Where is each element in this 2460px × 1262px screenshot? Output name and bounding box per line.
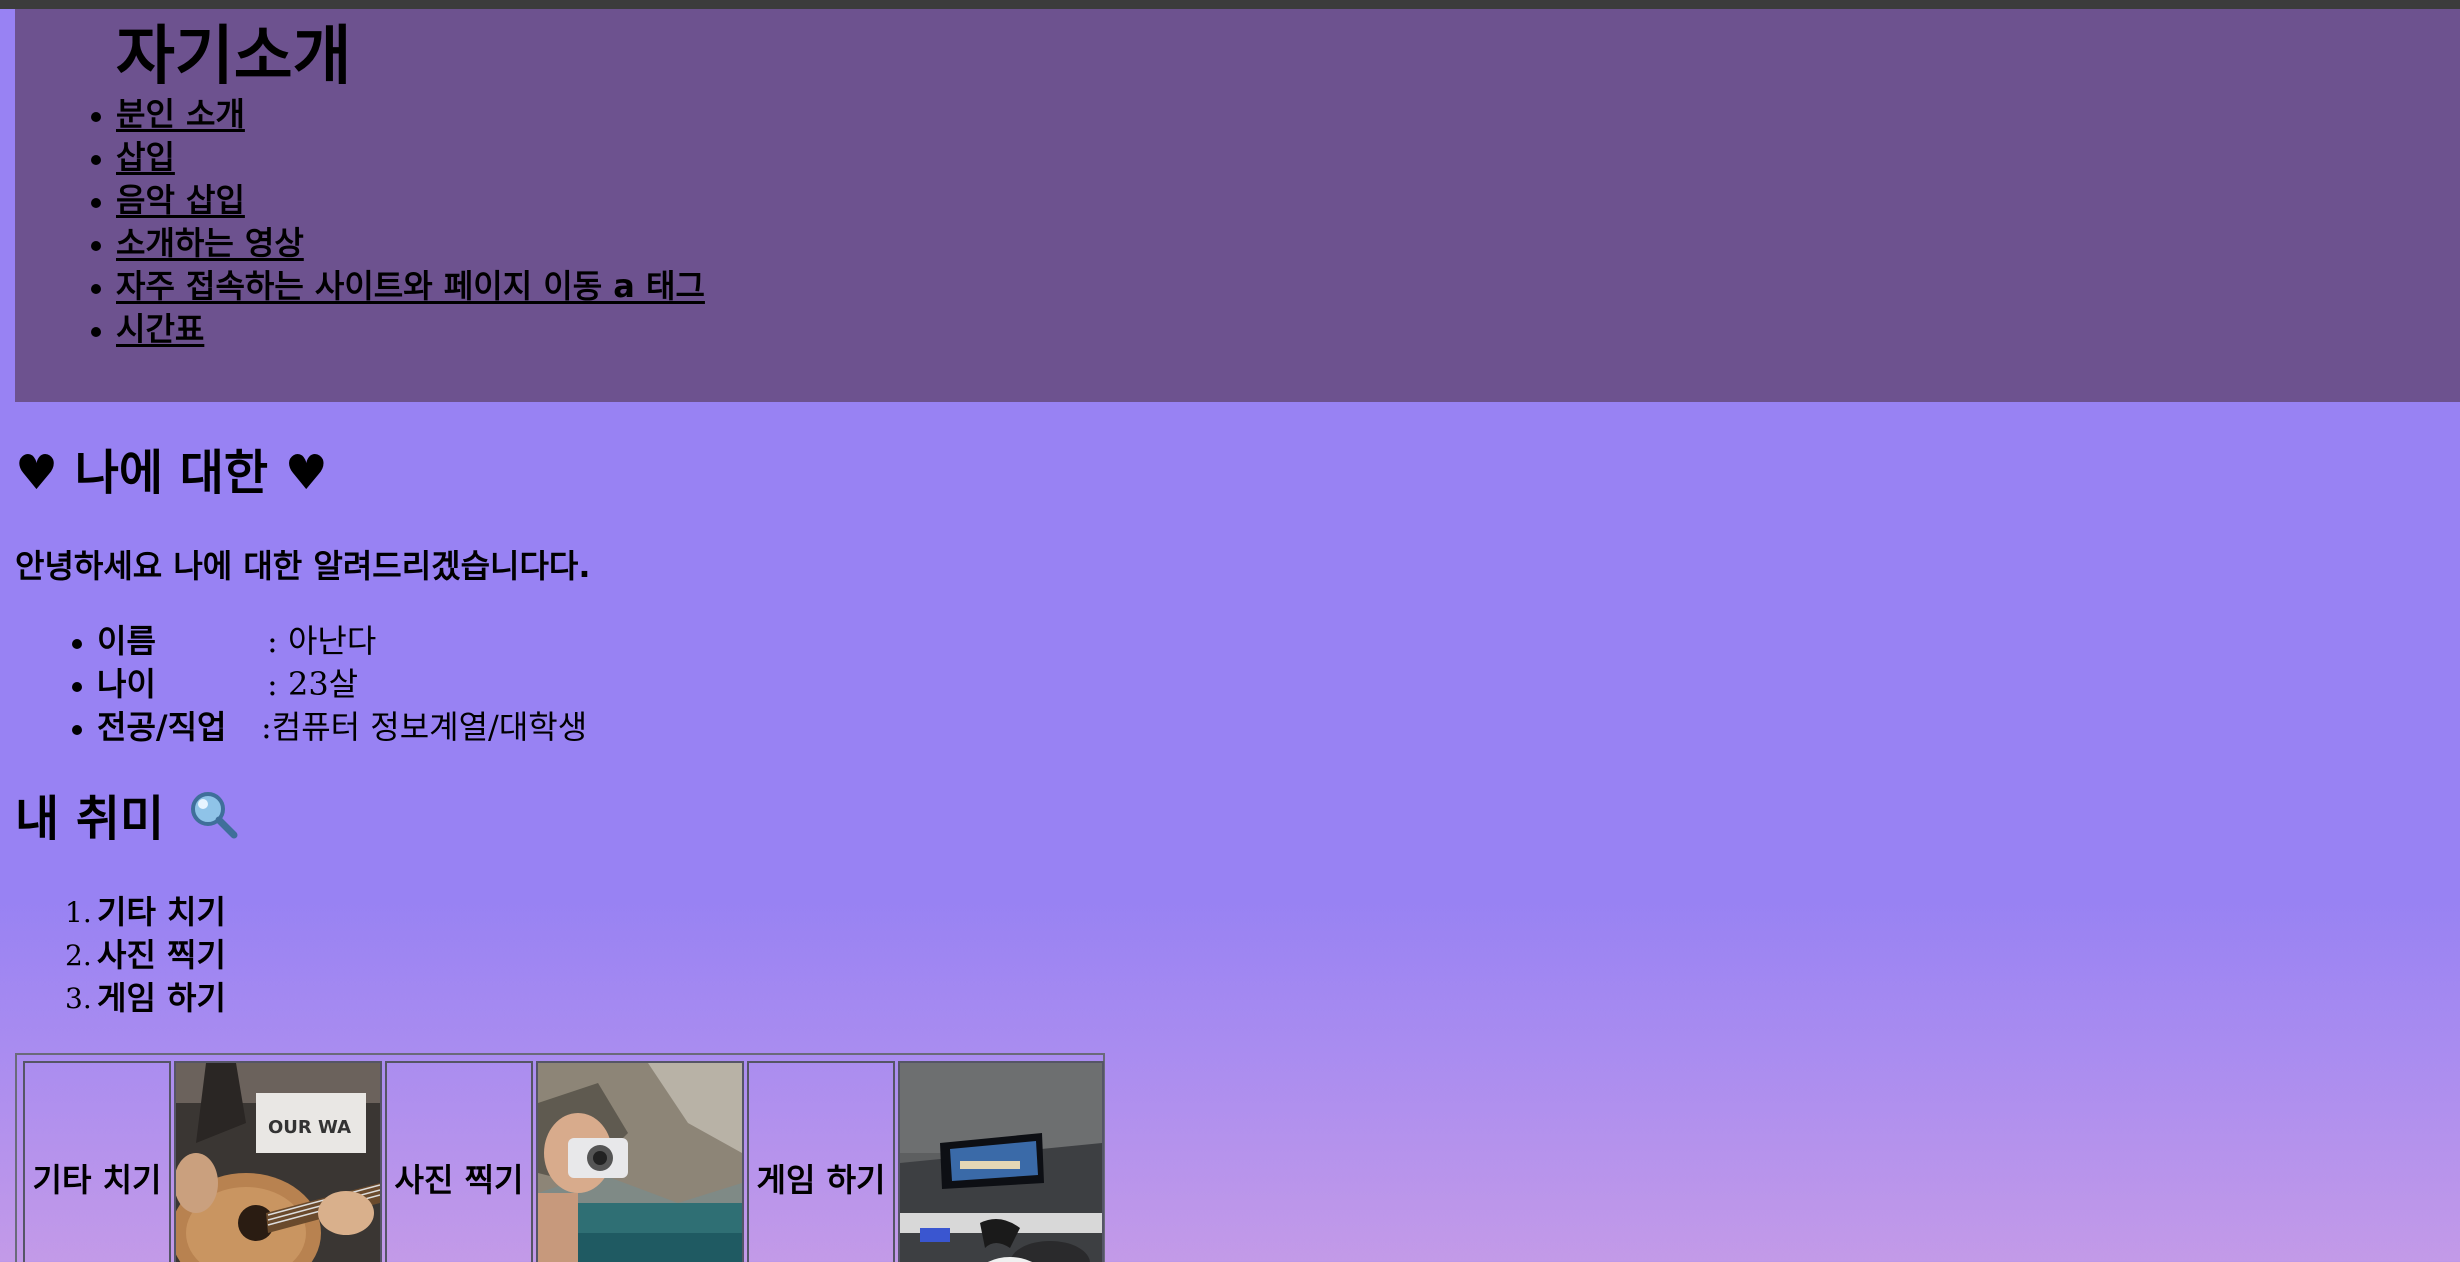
table-cell-game-label: 게임 하기 xyxy=(747,1061,895,1262)
nav-link-timetable[interactable]: 시간표 xyxy=(116,310,204,348)
profile-item: 전공/직업 :컴퓨터 정보계열/대학생 xyxy=(71,706,588,749)
profile-value-major: :컴퓨터 정보계열/대학생 xyxy=(261,708,588,746)
profile-label-age: 나이 xyxy=(97,665,156,703)
profile-value-age: : 23살 xyxy=(267,665,359,703)
nav-link-intro[interactable]: 분인 소개 xyxy=(116,95,245,133)
hobby-item: 2. 사진 찍기 xyxy=(65,934,226,977)
profile-value-name: : 아난다 xyxy=(267,622,377,660)
profile-label-major: 전공/직업 xyxy=(97,708,227,746)
nav-link-insert[interactable]: 삽입 xyxy=(116,138,175,176)
nav-link-video[interactable]: 소개하는 영상 xyxy=(116,224,304,262)
hobby-number: 1. xyxy=(65,896,92,929)
hobby-label: 사진 찍기 xyxy=(97,936,226,974)
hobby-list: 1. 기타 치기 2. 사진 찍기 3. 게임 하기 xyxy=(65,891,226,1020)
nav-link-sites[interactable]: 자주 접속하는 사이트와 페이지 이동 a 태그 xyxy=(116,267,705,305)
hobby-label: 게임 하기 xyxy=(97,979,226,1017)
profile-info-list: 이름 : 아난다 나이 : 23살 전공/직업 :컴퓨터 정보계열/대학생 xyxy=(71,620,588,749)
svg-text:OUR WA: OUR WA xyxy=(268,1117,351,1138)
hobby-label: 기타 치기 xyxy=(97,893,226,931)
nav-item: 자주 접속하는 사이트와 페이지 이동 a 태그 xyxy=(91,265,705,308)
hobby-heading: 내 취미 xyxy=(15,786,239,857)
nav-item: 삽입 xyxy=(91,136,705,179)
hobby-number: 2. xyxy=(65,939,92,972)
camera-photo xyxy=(536,1061,744,1262)
page-header: 자기소개 분인 소개 삽입 음악 삽입 소개하는 영상 자주 접속하는 사이트와… xyxy=(15,9,2460,402)
hobby-number: 3. xyxy=(65,982,92,1015)
nav-link-music[interactable]: 음악 삽입 xyxy=(116,181,245,219)
about-heading: ♥ 나에 대한 ♥ xyxy=(15,445,328,501)
guitar-photo: OUR WA xyxy=(174,1061,382,1262)
intro-text: 안녕하세요 나에 대한 알려드리겠습니다다. xyxy=(15,547,591,585)
nav-item: 분인 소개 xyxy=(91,93,705,136)
hobby-item: 3. 게임 하기 xyxy=(65,977,226,1020)
hobby-heading-text: 내 취미 xyxy=(15,791,165,847)
nav-item: 소개하는 영상 xyxy=(91,222,705,265)
game-photo xyxy=(898,1061,1104,1262)
nav-item: 음악 삽입 xyxy=(91,179,705,222)
table-cell-guitar-label: 기타 치기 xyxy=(23,1061,171,1262)
nav-item: 시간표 xyxy=(91,308,705,351)
hobby-table: 기타 치기 OUR WA 사진 찍기 게임 하기 xyxy=(15,1053,1105,1262)
profile-item: 이름 : 아난다 xyxy=(71,620,587,663)
table-cell-photo-label: 사진 찍기 xyxy=(385,1061,533,1262)
nav-list: 분인 소개 삽입 음악 삽입 소개하는 영상 자주 접속하는 사이트와 페이지 … xyxy=(91,93,705,351)
hobby-item: 1. 기타 치기 xyxy=(65,891,226,934)
page-title: 자기소개 xyxy=(116,20,352,94)
magnifying-glass-icon xyxy=(187,788,239,857)
browser-top-bar xyxy=(0,0,2460,9)
profile-label-name: 이름 xyxy=(97,622,156,660)
profile-item: 나이 : 23살 xyxy=(71,663,587,706)
